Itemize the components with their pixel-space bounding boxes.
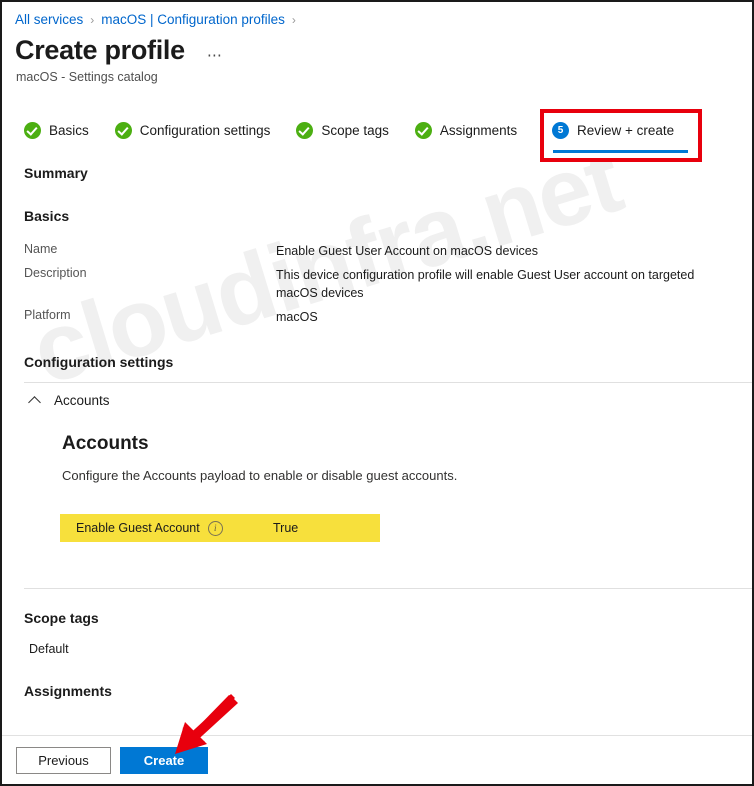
- wizard-step-configuration-settings[interactable]: Configuration settings: [114, 120, 271, 139]
- basics-value-platform: macOS: [276, 310, 318, 324]
- section-divider: [24, 588, 752, 589]
- azure-portal-blade: cloudinfra.net All services › macOS | Co…: [2, 2, 752, 784]
- basics-value-name: Enable Guest User Account on macOS devic…: [276, 244, 538, 258]
- breadcrumb-item-macos-configuration-profiles[interactable]: macOS | Configuration profiles: [101, 12, 285, 27]
- setting-row-enable-guest-account: Enable Guest Account i True: [60, 514, 380, 542]
- wizard-step-label: Assignments: [439, 123, 518, 138]
- wizard-steps: Basics Configuration settings Scope tags…: [24, 120, 543, 156]
- check-circle-icon: [114, 122, 132, 139]
- wizard-step-label: Review + create: [577, 123, 675, 138]
- basics-label-platform: Platform: [24, 308, 71, 322]
- breadcrumb-separator-icon: ›: [90, 12, 95, 27]
- breadcrumb-item-all-services[interactable]: All services: [15, 12, 83, 27]
- wizard-step-label: Configuration settings: [139, 123, 271, 138]
- basics-label-name: Name: [24, 242, 58, 256]
- check-circle-icon: [414, 122, 432, 139]
- wizard-step-basics[interactable]: Basics: [24, 120, 89, 139]
- accordion-label: Accounts: [54, 393, 110, 408]
- accordion-accounts[interactable]: Accounts: [30, 393, 110, 408]
- footer-actions: Previous Create: [16, 747, 208, 774]
- payload-title-accounts: Accounts: [62, 433, 149, 454]
- summary-heading: Summary: [24, 165, 88, 181]
- wizard-step-scope-tags[interactable]: Scope tags: [296, 120, 389, 139]
- chevron-up-icon: [30, 395, 41, 406]
- setting-value: True: [273, 521, 299, 535]
- info-icon[interactable]: i: [207, 520, 223, 536]
- page-header: Create profile ⋯: [15, 35, 228, 66]
- basics-label-description: Description: [24, 266, 87, 280]
- create-button[interactable]: Create: [120, 747, 208, 774]
- setting-name-wrapper: Enable Guest Account i: [76, 520, 223, 536]
- more-options-icon[interactable]: ⋯: [203, 44, 228, 66]
- wizard-step-assignments[interactable]: Assignments: [414, 120, 518, 139]
- breadcrumb-separator-icon: ›: [291, 12, 296, 27]
- assignments-heading: Assignments: [24, 683, 112, 699]
- annotation-highlight-box-review-create: 5 Review + create: [540, 109, 702, 162]
- active-step-underline: [553, 150, 688, 153]
- page-title: Create profile: [15, 35, 185, 66]
- scope-tags-heading: Scope tags: [24, 610, 99, 626]
- section-divider: [24, 382, 752, 383]
- configuration-settings-heading: Configuration settings: [24, 354, 174, 370]
- check-circle-icon: [24, 122, 41, 139]
- wizard-step-label: Basics: [49, 123, 89, 138]
- wizard-step-review-create[interactable]: 5 Review + create: [552, 122, 674, 139]
- setting-label: Enable Guest Account: [76, 521, 200, 535]
- basics-value-description: This device configuration profile will e…: [276, 268, 695, 301]
- basics-heading: Basics: [24, 208, 70, 224]
- check-circle-icon: [296, 122, 314, 139]
- screenshot-frame: cloudinfra.net All services › macOS | Co…: [0, 0, 754, 786]
- payload-description: Configure the Accounts payload to enable…: [62, 468, 458, 483]
- breadcrumb: All services › macOS | Configuration pro…: [15, 12, 303, 27]
- footer-divider: [2, 735, 752, 736]
- step-number-badge: 5: [552, 122, 569, 139]
- page-subtitle: macOS - Settings catalog: [16, 70, 158, 84]
- previous-button[interactable]: Previous: [16, 747, 111, 774]
- scope-tag-value-default: Default: [29, 642, 69, 656]
- wizard-step-label: Scope tags: [321, 123, 389, 138]
